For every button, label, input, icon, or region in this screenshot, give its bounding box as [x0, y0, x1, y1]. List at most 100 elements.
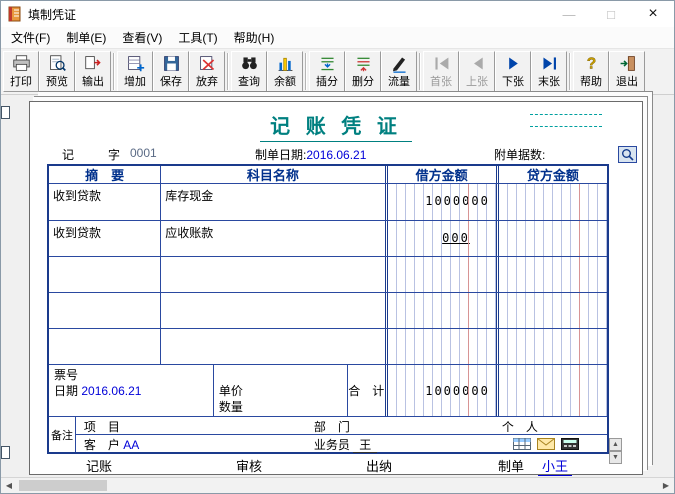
- debit-cell[interactable]: [385, 257, 496, 292]
- save-button[interactable]: 保存: [153, 51, 189, 92]
- delete-row-icon: [354, 54, 373, 73]
- maximize-button[interactable]: □: [590, 1, 632, 27]
- debit-cell[interactable]: 1000000: [385, 184, 496, 220]
- scroll-right-button[interactable]: ▶: [658, 478, 674, 493]
- account-cell[interactable]: 库存现金: [160, 184, 384, 220]
- price-qty-cell[interactable]: 单价 数量: [213, 365, 347, 416]
- summary-cell[interactable]: [49, 293, 160, 328]
- last-page-icon: [540, 54, 559, 73]
- voucher-date-field[interactable]: 制单日期:2016.06.21: [255, 146, 366, 163]
- exit-button[interactable]: 退出: [609, 51, 645, 92]
- account-cell[interactable]: [160, 293, 384, 328]
- delete-row-button[interactable]: 删分: [345, 51, 381, 92]
- signature-row: 记账 审核 出纳 制单 小王: [46, 454, 622, 474]
- quantity-label: 数量: [219, 398, 243, 415]
- toolbar: 打印 预览 输出 增加 保存 放弃: [1, 49, 674, 95]
- credit-cell[interactable]: [496, 329, 607, 364]
- remarks-label: 备注: [49, 417, 76, 452]
- summary-cell[interactable]: [49, 257, 160, 292]
- account-cell[interactable]: [160, 329, 384, 364]
- credit-cell[interactable]: [496, 293, 607, 328]
- summary-cell[interactable]: 收到贷款: [49, 184, 160, 220]
- scrollbar-track[interactable]: [17, 478, 658, 493]
- menu-file[interactable]: 文件(F): [3, 26, 58, 49]
- salesman-field[interactable]: 业务员 王: [314, 436, 377, 453]
- calculator-tool-icon[interactable]: [561, 438, 579, 450]
- voucher-number[interactable]: 0001: [130, 146, 157, 160]
- row-up-button[interactable]: ▲: [609, 438, 622, 451]
- debit-cell[interactable]: 000: [385, 221, 496, 256]
- balance-button[interactable]: 余额: [267, 51, 303, 92]
- window-controls: — □ ×: [548, 1, 674, 27]
- insert-row-icon: [318, 54, 337, 73]
- insert-row-button[interactable]: 插分: [309, 51, 345, 92]
- scrollbar-thumb[interactable]: [19, 480, 107, 491]
- credit-cell[interactable]: [496, 221, 607, 256]
- print-button[interactable]: 打印: [3, 51, 39, 92]
- menu-bar: 文件(F) 制单(E) 查看(V) 工具(T) 帮助(H): [1, 27, 674, 49]
- menu-tools[interactable]: 工具(T): [170, 26, 225, 49]
- next-page-button[interactable]: 下张: [495, 51, 531, 92]
- preparer-label: 制单: [498, 456, 524, 475]
- menu-view[interactable]: 查看(V): [114, 26, 170, 49]
- cash-flow-button[interactable]: 流量: [381, 51, 417, 92]
- next-page-icon: [504, 54, 523, 73]
- date-value[interactable]: 2016.06.21: [306, 148, 366, 162]
- summary-cell[interactable]: 收到贷款: [49, 221, 160, 256]
- close-button[interactable]: ×: [632, 1, 674, 27]
- account-cell[interactable]: 应收账款: [160, 221, 384, 256]
- ticket-date-cell[interactable]: 票号 日期 2016.06.21: [49, 365, 213, 416]
- app-logo-icon: [7, 6, 23, 22]
- grid-tool-icon[interactable]: [513, 438, 531, 450]
- query-button[interactable]: 查询: [231, 51, 267, 92]
- toolbar-separator: [113, 53, 115, 90]
- footer-date-field[interactable]: 日期 2016.06.21: [54, 382, 141, 399]
- right-arrow-icon: ▶: [663, 481, 669, 490]
- first-page-button[interactable]: 首张: [423, 51, 459, 92]
- voucher-word-char: 字: [108, 146, 120, 163]
- account-cell[interactable]: [160, 257, 384, 292]
- export-button[interactable]: 输出: [75, 51, 111, 92]
- credit-cell[interactable]: [496, 257, 607, 292]
- preview-button[interactable]: 预览: [39, 51, 75, 92]
- menu-voucher[interactable]: 制单(E): [58, 26, 114, 49]
- last-page-button[interactable]: 末张: [531, 51, 567, 92]
- toolbar-separator: [569, 53, 571, 90]
- voucher-table: 摘 要 科目名称 借方金额 贷方金额 收到贷款 库存现金 1000000 收到贷…: [47, 164, 609, 454]
- table-row: [49, 256, 607, 292]
- preparer-name[interactable]: 小王: [538, 456, 572, 476]
- discard-button[interactable]: 放弃: [189, 51, 225, 92]
- table-row: [49, 292, 607, 328]
- debit-cell[interactable]: [385, 329, 496, 364]
- balance-icon: [276, 54, 295, 73]
- header-credit: 贷方金额: [496, 166, 607, 183]
- minimize-button[interactable]: —: [548, 1, 590, 27]
- summary-cell[interactable]: [49, 329, 160, 364]
- table-header-row: 摘 要 科目名称 借方金额 贷方金额: [49, 166, 607, 184]
- department-label[interactable]: 部 门: [314, 418, 350, 435]
- title-bar: 填制凭证 — □ ×: [1, 1, 674, 27]
- voucher-word-label: 记: [62, 146, 74, 163]
- personal-label[interactable]: 个 人: [502, 418, 538, 435]
- voucher-title: 记 账 凭 证: [30, 110, 642, 142]
- remarks-row: 备注 项 目 部 门 个 人 客 户 AA 业务员 王: [49, 416, 607, 452]
- add-button[interactable]: 增加: [117, 51, 153, 92]
- horizontal-scrollbar[interactable]: ◀ ▶: [1, 477, 674, 493]
- project-label[interactable]: 项 目: [84, 418, 120, 435]
- envelope-tool-icon[interactable]: [537, 438, 555, 450]
- zoom-button[interactable]: [618, 146, 637, 163]
- attachments-label[interactable]: 附单据数:: [494, 146, 545, 163]
- menu-help[interactable]: 帮助(H): [226, 26, 283, 49]
- customer-field[interactable]: 客 户 AA: [84, 436, 139, 453]
- prev-page-button[interactable]: 上张: [459, 51, 495, 92]
- export-icon: [84, 54, 103, 73]
- debit-cell[interactable]: [385, 293, 496, 328]
- window-title: 填制凭证: [28, 6, 76, 23]
- voucher-meta-row: 记 字 0001 制单日期:2016.06.21 附单据数:: [30, 146, 642, 164]
- credit-cell[interactable]: [496, 184, 607, 220]
- up-arrow-icon: ▲: [612, 441, 619, 448]
- help-button[interactable]: ? 帮助: [573, 51, 609, 92]
- remarks-tools: [513, 438, 579, 450]
- scroll-left-button[interactable]: ◀: [1, 478, 17, 493]
- toolbar-separator: [305, 53, 307, 90]
